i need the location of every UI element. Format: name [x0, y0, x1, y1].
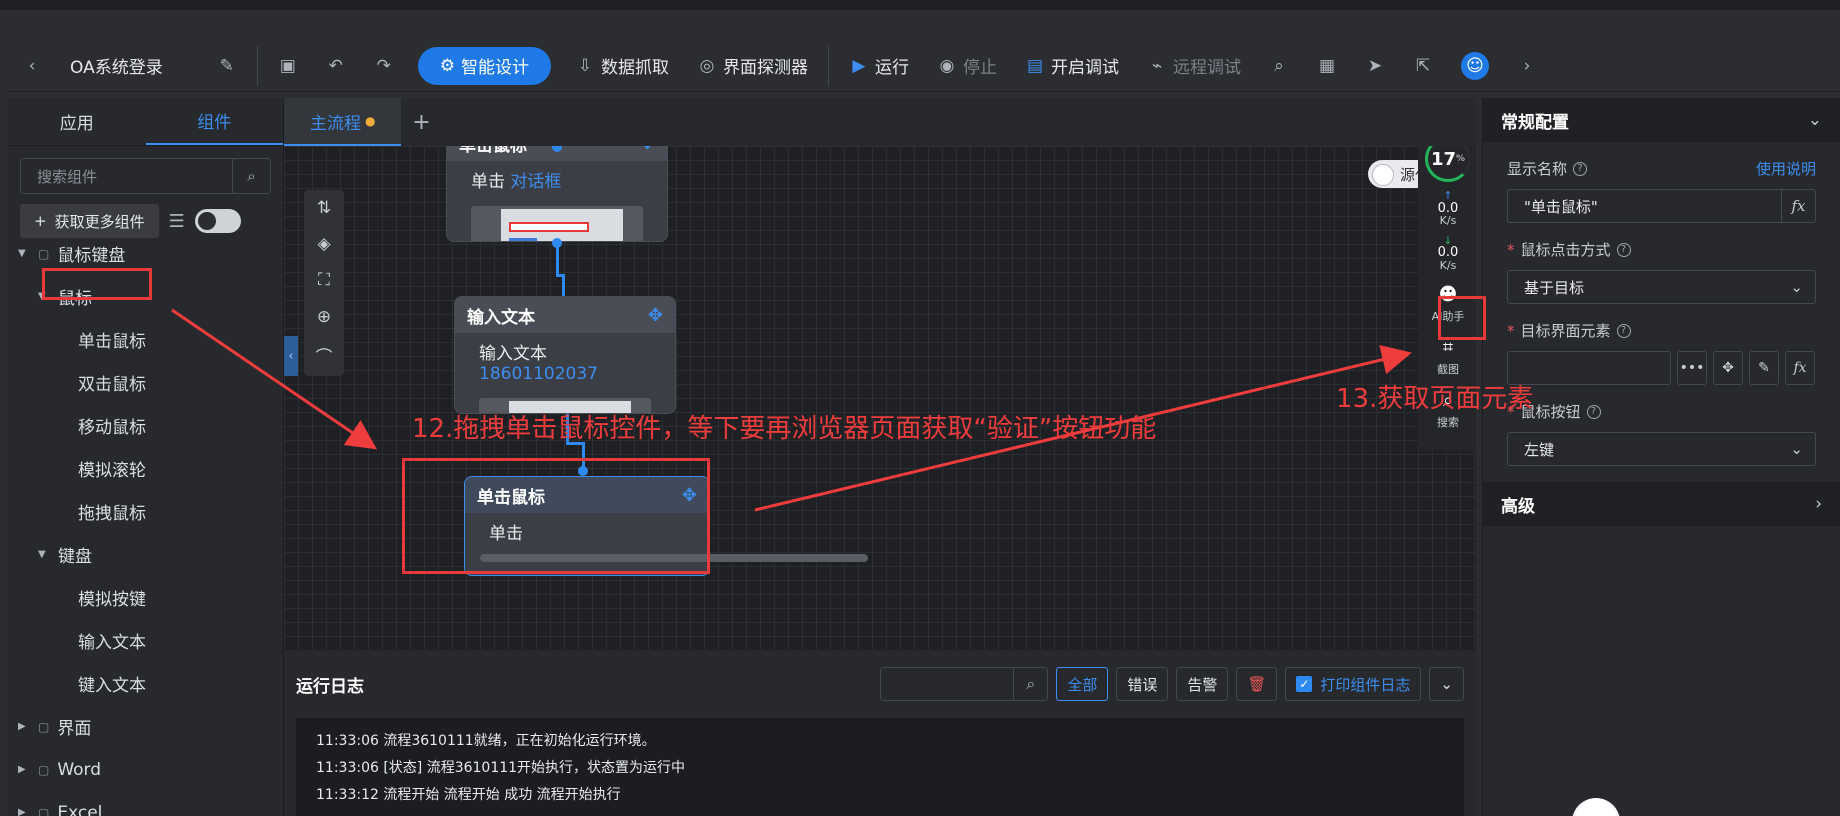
annotation-step-12: 12.拖拽单击鼠标控件，等下要再浏览器页面获取“验证”按钮功能: [412, 414, 1157, 444]
annotation-step-13: 13.获取页面元素: [1336, 384, 1534, 414]
arrow-drag: [171, 308, 377, 450]
app-window: ‹ OA系统登录 ✎ ▣ ↶ ↷ ⚙ 智能设计 ⇩ 数据抓取 ◎ 界面探测器 ▶ 运行 …: [0, 0, 1840, 816]
